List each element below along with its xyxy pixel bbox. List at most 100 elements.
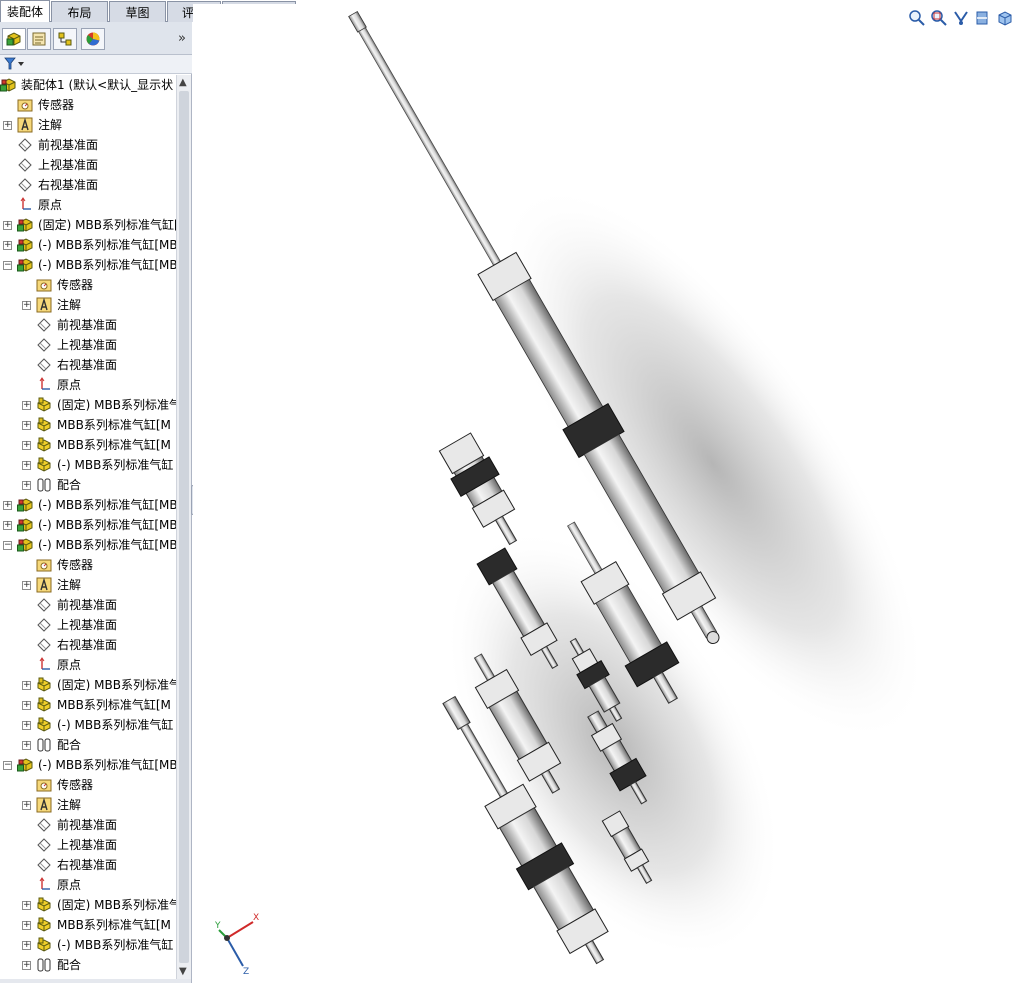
expand-icon[interactable]: + (3, 521, 12, 530)
tree-node[interactable]: 右视基准面 (0, 855, 176, 875)
z-axis-label: Z (243, 967, 249, 976)
expand-icon[interactable]: + (22, 401, 31, 410)
tree-node[interactable]: 原点 (0, 375, 176, 395)
configuration-manager-tab[interactable] (53, 28, 77, 50)
tree-node[interactable]: 上视基准面 (0, 155, 176, 175)
tree-node-label: 右视基准面 (57, 358, 118, 372)
previous-view-icon[interactable] (952, 9, 970, 27)
expand-icon[interactable]: + (22, 921, 31, 930)
tab-1[interactable]: 布局 (51, 1, 108, 22)
expand-icon[interactable]: + (22, 441, 31, 450)
zoom-to-area-icon[interactable] (930, 9, 948, 27)
expand-icon[interactable]: + (22, 701, 31, 710)
expand-icon[interactable]: + (22, 301, 31, 310)
tree-node[interactable]: − (-) MBB系列标准气缸[MB (0, 255, 176, 275)
expand-panel-chevron[interactable]: » (178, 31, 186, 46)
zoom-to-fit-icon[interactable] (908, 9, 926, 27)
tree-node[interactable]: 右视基准面 (0, 635, 176, 655)
tree-node-label: 注解 (38, 118, 63, 132)
tree-node[interactable]: 前视基准面 (0, 815, 176, 835)
feature-manager-tab[interactable] (2, 28, 26, 50)
expand-icon[interactable]: + (3, 121, 12, 130)
tree-node[interactable]: 原点 (0, 875, 176, 895)
section-view-icon[interactable] (974, 9, 992, 27)
property-manager-tab[interactable] (27, 28, 51, 50)
tree-node[interactable]: 上视基准面 (0, 835, 176, 855)
tree-node[interactable]: −装配体1 (默认<默认_显示状 (0, 75, 176, 95)
tree-node-label: 配合 (57, 478, 82, 492)
tree-node[interactable]: 右视基准面 (0, 355, 176, 375)
tree-node[interactable]: + (-) MBB系列标准气缸 (0, 715, 176, 735)
tree-node[interactable]: + (-) MBB系列标准气缸[MB (0, 235, 176, 255)
tree-node[interactable]: 上视基准面 (0, 335, 176, 355)
tree-node[interactable]: + (固定) MBB系列标准气 (0, 395, 176, 415)
tree-node[interactable]: + 注解 (0, 575, 176, 595)
expand-icon[interactable]: + (22, 741, 31, 750)
tree-node[interactable]: 前视基准面 (0, 135, 176, 155)
tree-node[interactable]: + (固定) MBB系列标准气缸[ (0, 215, 176, 235)
tree-node[interactable]: + 配合 (0, 475, 176, 495)
expand-icon[interactable]: + (22, 801, 31, 810)
tree-node[interactable]: + (固定) MBB系列标准气 (0, 675, 176, 695)
tree-node[interactable]: + MBB系列标准气缸[M (0, 915, 176, 935)
tree-node[interactable]: 原点 (0, 195, 176, 215)
expand-icon[interactable]: + (22, 481, 31, 490)
tree-node[interactable]: + 注解 (0, 795, 176, 815)
scroll-thumb[interactable] (179, 91, 189, 963)
tree-node[interactable]: + (-) MBB系列标准气缸[MB (0, 515, 176, 535)
scroll-down-icon[interactable]: ▼ (179, 966, 187, 977)
tree-node[interactable]: 右视基准面 (0, 175, 176, 195)
display-manager-tab[interactable] (81, 28, 105, 50)
expand-icon[interactable]: + (22, 581, 31, 590)
tree-node[interactable]: 传感器 (0, 95, 176, 115)
collapse-icon[interactable]: − (3, 261, 12, 270)
tab-0[interactable]: 装配体 (0, 0, 50, 23)
tree-node[interactable]: + (-) MBB系列标准气缸[MB (0, 495, 176, 515)
expand-icon[interactable]: + (3, 501, 12, 510)
tree-node[interactable]: 传感器 (0, 275, 176, 295)
expand-icon[interactable]: + (22, 901, 31, 910)
tree-node[interactable]: 传感器 (0, 555, 176, 575)
tree-node[interactable]: 前视基准面 (0, 315, 176, 335)
tree-node[interactable]: + (固定) MBB系列标准气 (0, 895, 176, 915)
filter-icon[interactable] (4, 57, 26, 71)
expand-icon[interactable]: + (22, 461, 31, 470)
tree-node[interactable]: 原点 (0, 655, 176, 675)
expand-icon[interactable]: + (22, 941, 31, 950)
expand-icon[interactable]: + (22, 721, 31, 730)
tree-node[interactable]: 传感器 (0, 775, 176, 795)
tree-node[interactable]: + (-) MBB系列标准气缸 (0, 935, 176, 955)
tree-node-label: (-) MBB系列标准气缸 (57, 938, 174, 952)
tree-node[interactable]: 前视基准面 (0, 595, 176, 615)
tree-node[interactable]: + (-) MBB系列标准气缸 (0, 455, 176, 475)
collapse-icon[interactable]: − (3, 541, 12, 550)
scroll-up-icon[interactable]: ▲ (179, 77, 187, 88)
view-orientation-icon[interactable] (996, 9, 1014, 27)
expand-icon[interactable]: + (22, 681, 31, 690)
tree-node[interactable]: + 配合 (0, 955, 176, 975)
tree-node[interactable]: + 注解 (0, 115, 176, 135)
mates-icon (36, 477, 52, 493)
horizontal-scrollbar[interactable] (0, 979, 191, 983)
plane-icon (36, 817, 52, 833)
tree-node[interactable]: 上视基准面 (0, 615, 176, 635)
tree-node[interactable]: − (-) MBB系列标准气缸[MB (0, 755, 176, 775)
tree-node[interactable]: + 注解 (0, 295, 176, 315)
tree-node[interactable]: − (-) MBB系列标准气缸[MB (0, 535, 176, 555)
collapse-icon[interactable]: − (3, 761, 12, 770)
tree-node[interactable]: + MBB系列标准气缸[M (0, 435, 176, 455)
expand-icon[interactable]: + (22, 421, 31, 430)
assembly-icon (17, 237, 33, 253)
tree-node-label: (-) MBB系列标准气缸[MB (38, 518, 176, 532)
assembly-icon (17, 517, 33, 533)
expand-icon[interactable]: + (3, 241, 12, 250)
tree-node[interactable]: + 配合 (0, 735, 176, 755)
graphics-area[interactable]: X Y Z (193, 4, 1024, 983)
filter-row (0, 55, 192, 74)
expand-icon[interactable]: + (22, 961, 31, 970)
expand-icon[interactable]: + (3, 221, 12, 230)
tree-node[interactable]: + MBB系列标准气缸[M (0, 415, 176, 435)
tab-2[interactable]: 草图 (109, 1, 166, 22)
tree-scrollbar[interactable]: ▲ ▼ (176, 75, 191, 979)
tree-node[interactable]: + MBB系列标准气缸[M (0, 695, 176, 715)
